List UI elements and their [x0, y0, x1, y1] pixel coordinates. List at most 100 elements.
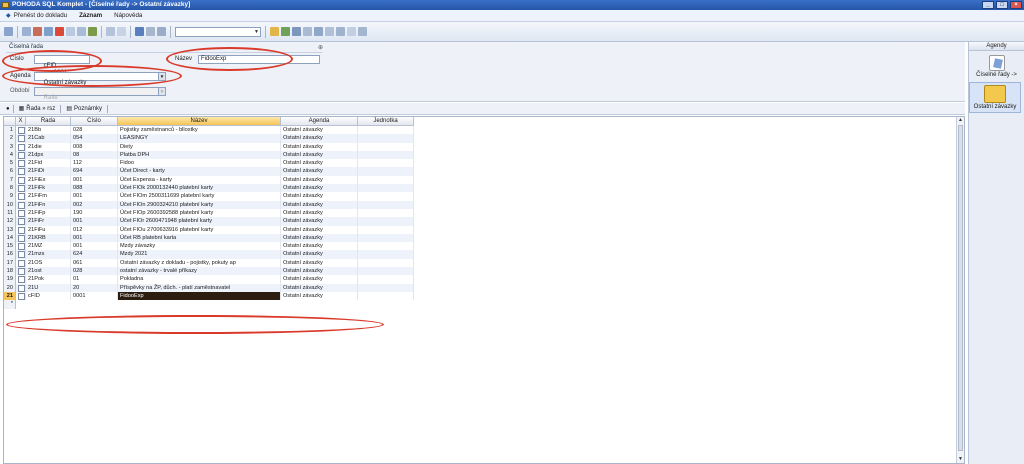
column-x[interactable]: X: [16, 117, 26, 126]
cell-nazev[interactable]: Ostatní závazky z dokladu - pojistky, po…: [118, 258, 281, 268]
table-row[interactable]: 21 cFID 0001 FidooExp Ostatní závazky: [4, 291, 414, 301]
cell-agenda[interactable]: Ostatní závazky: [281, 184, 358, 193]
cell-agenda[interactable]: Ostatní závazky: [281, 258, 358, 268]
table-row[interactable]: 16 21mzs 624 Mzdy 2021 Ostatní závazky: [4, 250, 414, 259]
cell-cislo[interactable]: 112: [71, 159, 118, 168]
row-checkbox[interactable]: [16, 275, 26, 284]
cell-agenda[interactable]: Ostatní závazky: [281, 267, 358, 276]
row-checkbox[interactable]: [16, 225, 26, 234]
delete-icon[interactable]: [33, 27, 42, 36]
cell-agenda[interactable]: Ostatní závazky: [281, 126, 358, 135]
cell-nazev[interactable]: Účet FIOr 2600471948 platební karty: [118, 217, 281, 226]
save-icon[interactable]: [135, 27, 144, 36]
cell-jednotka[interactable]: [358, 233, 414, 243]
row-checkbox[interactable]: [16, 192, 26, 201]
cell-nazev[interactable]: Účet FIOp 2600392588 platební karty: [118, 208, 281, 218]
tab-rada[interactable]: ▦ Řada » rsz: [17, 105, 58, 113]
table-row[interactable]: 13 21FiFu 012 Účet FIOu 2700633916 platební…: [4, 225, 414, 234]
report-icon[interactable]: [292, 27, 301, 36]
cell-rada[interactable]: 21ost: [26, 267, 71, 276]
layout-icon[interactable]: [336, 27, 345, 36]
row-checkbox[interactable]: [16, 184, 26, 193]
table-row[interactable]: 18 21ost 028 ostatní závazky - trvalé příka…: [4, 267, 414, 276]
cell-jednotka[interactable]: [358, 134, 414, 143]
cell-nazev[interactable]: Platba DPH: [118, 150, 281, 160]
cell-agenda[interactable]: Ostatní závazky: [281, 150, 358, 160]
cell-nazev[interactable]: Příspěvky na ŽP, důch. - platí zaměstnav…: [118, 283, 281, 292]
cell-rada[interactable]: cFID: [26, 291, 71, 301]
cell-rada[interactable]: 21MZ: [26, 242, 71, 251]
scroll-up-icon[interactable]: ▲: [957, 117, 964, 124]
cell-cislo[interactable]: 008: [71, 142, 118, 151]
menu-item-prenest[interactable]: ◆ Přenést do dokladu: [6, 12, 67, 19]
cell-cislo[interactable]: 088: [71, 184, 118, 193]
cell-cislo[interactable]: 624: [71, 250, 118, 259]
table-row[interactable]: 17 21OS 061 Ostatní závazky z dokladu - poj…: [4, 258, 414, 268]
cell-cislo[interactable]: 001: [71, 175, 118, 185]
row-checkbox[interactable]: [16, 175, 26, 185]
table-row[interactable]: 10 21FiFn 002 Účet FIOn 2900324210 platební…: [4, 200, 414, 209]
cell-rada[interactable]: 21Fid: [26, 159, 71, 168]
cell-cislo[interactable]: 0001: [71, 291, 118, 301]
cell-agenda[interactable]: Ostatní závazky: [281, 175, 358, 185]
cell-agenda[interactable]: Ostatní závazky: [281, 225, 358, 234]
cell-agenda[interactable]: Ostatní závazky: [281, 208, 358, 218]
row-checkbox[interactable]: [16, 126, 26, 135]
row-checkbox[interactable]: [16, 267, 26, 276]
cell-cislo[interactable]: 01: [71, 275, 118, 284]
cell-rada[interactable]: 21FiFm: [26, 192, 71, 201]
cell-nazev[interactable]: Mzdy závazky: [118, 242, 281, 251]
cell-jednotka[interactable]: [358, 142, 414, 151]
cell-cislo[interactable]: 001: [71, 192, 118, 201]
cell-jednotka[interactable]: [358, 291, 414, 301]
cell-agenda[interactable]: Ostatní závazky: [281, 134, 358, 143]
copy-icon[interactable]: [44, 27, 53, 36]
cell-nazev[interactable]: Účet FIOm 2500311699 platební karty: [118, 192, 281, 201]
table-row[interactable]: 11 21FiFp 190 Účet FIOp 2600392588 platební…: [4, 208, 414, 218]
row-checkbox[interactable]: [16, 217, 26, 226]
red-icon[interactable]: [55, 27, 64, 36]
cell-jednotka[interactable]: [358, 208, 414, 218]
cell-agenda[interactable]: Ostatní závazky: [281, 242, 358, 251]
cell-rada[interactable]: 21KRB: [26, 233, 71, 243]
cell-agenda[interactable]: Ostatní závazky: [281, 291, 358, 301]
table-row[interactable]: 7 21FiEx 001 Účet Expensa - karty Ostatní zá…: [4, 175, 414, 185]
pin-icon[interactable]: ⊕: [318, 44, 323, 51]
row-checkbox[interactable]: [16, 167, 26, 176]
row-checkbox[interactable]: [16, 200, 26, 209]
row-checkbox[interactable]: [16, 291, 26, 301]
cell-nazev[interactable]: Pokladna: [118, 275, 281, 284]
cell-rada[interactable]: 21FiFr: [26, 217, 71, 226]
table-row[interactable]: 15 21MZ 001 Mzdy závazky Ostatní závazky: [4, 242, 414, 251]
minimize-icon[interactable]: _: [982, 1, 994, 9]
green-icon[interactable]: [281, 27, 290, 36]
table-row[interactable]: 1 21Bb 028 Pojistky zaměstnanců - bllostky O…: [4, 126, 414, 135]
toolbar-combo[interactable]: [175, 26, 261, 37]
table-row[interactable]: 3 21die 008 Diety Ostatní závazky: [4, 142, 414, 151]
cell-jednotka[interactable]: [358, 258, 414, 268]
row-checkbox[interactable]: [16, 250, 26, 259]
cell-rada[interactable]: 21FiFn: [26, 200, 71, 209]
cell-jednotka[interactable]: [358, 200, 414, 209]
table-row[interactable]: 2 21Cab 054 LEASINGY Ostatní závazky: [4, 134, 414, 143]
cell-jednotka[interactable]: [358, 250, 414, 259]
list-icon[interactable]: [303, 27, 312, 36]
cell-jednotka[interactable]: [358, 242, 414, 251]
cell-rada[interactable]: 21Bb: [26, 126, 71, 135]
cell-jednotka[interactable]: [358, 192, 414, 201]
cell-cislo[interactable]: 001: [71, 233, 118, 243]
cell-jednotka[interactable]: [358, 283, 414, 292]
cell-cislo[interactable]: 001: [71, 242, 118, 251]
calc-icon[interactable]: [314, 27, 323, 36]
cell-nazev[interactable]: LEASINGY: [118, 134, 281, 143]
document-icon[interactable]: [66, 27, 75, 36]
cell-nazev[interactable]: Diety: [118, 142, 281, 151]
cell-rada[interactable]: 21dpx: [26, 150, 71, 160]
cell-nazev[interactable]: Pojistky zaměstnanců - bllostky: [118, 126, 281, 135]
tab-poznamky[interactable]: ▤ Poznámky: [64, 105, 104, 113]
table-row[interactable]: 8 21FiFk 088 Účet FIOk 2000132440 platební …: [4, 184, 414, 193]
refresh-icon[interactable]: [117, 27, 126, 36]
column-agenda[interactable]: Agenda: [281, 117, 358, 126]
cell-rada[interactable]: 21Cab: [26, 134, 71, 143]
cell-agenda[interactable]: Ostatní závazky: [281, 167, 358, 176]
